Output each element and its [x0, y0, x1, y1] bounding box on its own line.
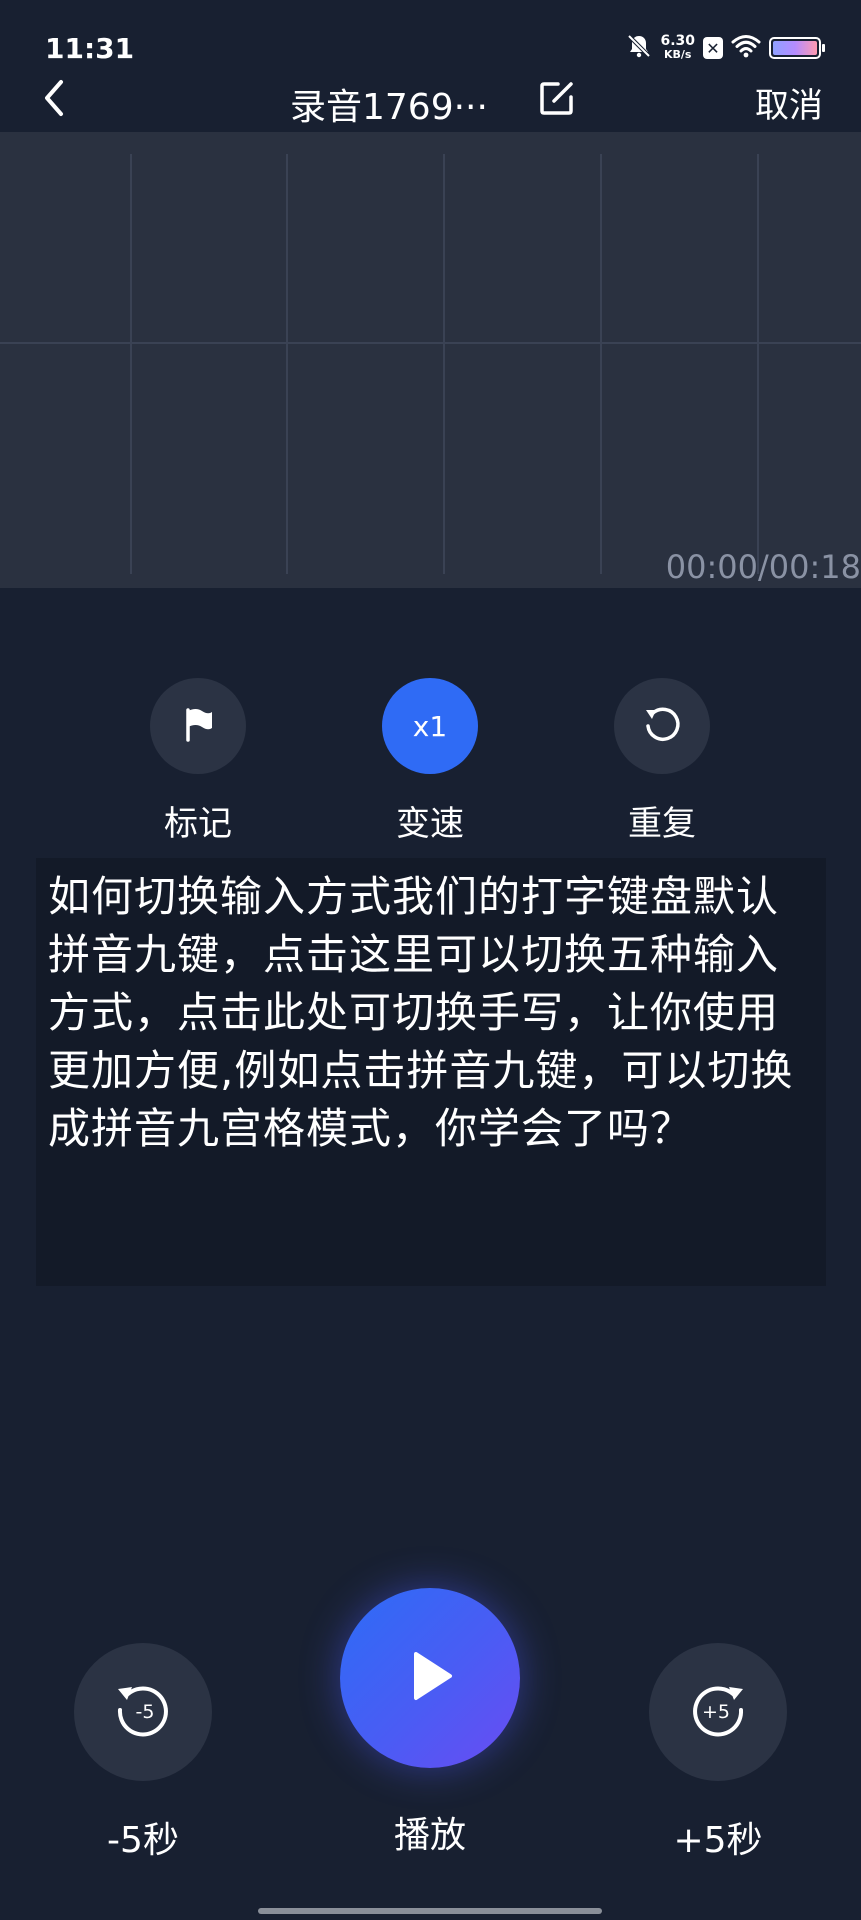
repeat-label: 重复	[628, 804, 696, 844]
flag-icon	[178, 704, 218, 748]
status-bar: 11:31 6.30 KB/s ✕	[0, 0, 861, 80]
mark-button[interactable]	[150, 678, 246, 774]
status-icons: 6.30 KB/s ✕	[626, 30, 825, 66]
speed-control: x1 变速	[382, 678, 478, 845]
grid-line	[600, 154, 602, 574]
network-speed: 6.30 KB/s	[660, 33, 695, 61]
back-button[interactable]	[32, 78, 76, 122]
header: 录音1769··· 取消	[0, 72, 861, 132]
forward-5-icon-text: +5	[702, 1701, 730, 1723]
speed-label: 变速	[396, 804, 464, 844]
repeat-icon	[640, 702, 684, 750]
play-icon	[400, 1646, 460, 1710]
grid-line	[443, 154, 445, 574]
wifi-icon	[731, 34, 761, 62]
network-speed-unit: KB/s	[663, 48, 692, 61]
x-badge-icon: ✕	[703, 37, 723, 59]
forward-control: +5 +5秒	[649, 1643, 787, 1863]
playback-timecode: 00:00/00:18	[665, 548, 861, 586]
rewind-control: -5 -5秒	[74, 1643, 212, 1863]
rewind-5-icon: -5	[110, 1677, 176, 1747]
battery-level	[773, 41, 817, 55]
cancel-button[interactable]: 取消	[755, 78, 823, 127]
recording-title: 录音1769···	[290, 87, 488, 128]
grid-line	[130, 154, 132, 574]
grid-line	[0, 342, 861, 344]
play-button[interactable]	[340, 1588, 520, 1768]
bell-muted-icon	[626, 33, 652, 63]
status-time: 11:31	[45, 32, 135, 65]
grid-line	[757, 154, 759, 574]
rewind-5-button[interactable]: -5	[74, 1643, 212, 1781]
play-label: 播放	[393, 1815, 466, 1856]
grid-line	[286, 154, 288, 574]
edit-icon	[538, 79, 576, 121]
battery-icon	[769, 37, 825, 59]
forward-5-icon: +5	[685, 1677, 751, 1747]
mark-control: 标记	[150, 678, 246, 845]
repeat-control: 重复	[614, 678, 710, 845]
rewind-label: -5秒	[107, 1820, 179, 1861]
recording-playback-screen: 11:31 6.30 KB/s ✕ 录音1769··· 取消 00:00/00:…	[0, 0, 861, 1920]
speed-value: x1	[412, 709, 448, 743]
edit-title-button[interactable]	[535, 78, 579, 122]
network-speed-value: 6.30	[660, 33, 695, 49]
play-control: 播放	[340, 1588, 520, 1858]
forward-label: +5秒	[673, 1820, 763, 1861]
back-icon	[39, 78, 69, 122]
waveform-area[interactable]	[0, 132, 861, 588]
mark-label: 标记	[164, 804, 232, 844]
rewind-5-icon-text: -5	[136, 1701, 155, 1723]
repeat-button[interactable]	[614, 678, 710, 774]
forward-5-button[interactable]: +5	[649, 1643, 787, 1781]
speed-button[interactable]: x1	[382, 678, 478, 774]
home-indicator[interactable]	[258, 1908, 602, 1914]
transcript-text[interactable]: 如何切换输入方式我们的打字键盘默认拼音九键，点击这里可以切换五种输入方式，点击此…	[36, 858, 826, 1286]
